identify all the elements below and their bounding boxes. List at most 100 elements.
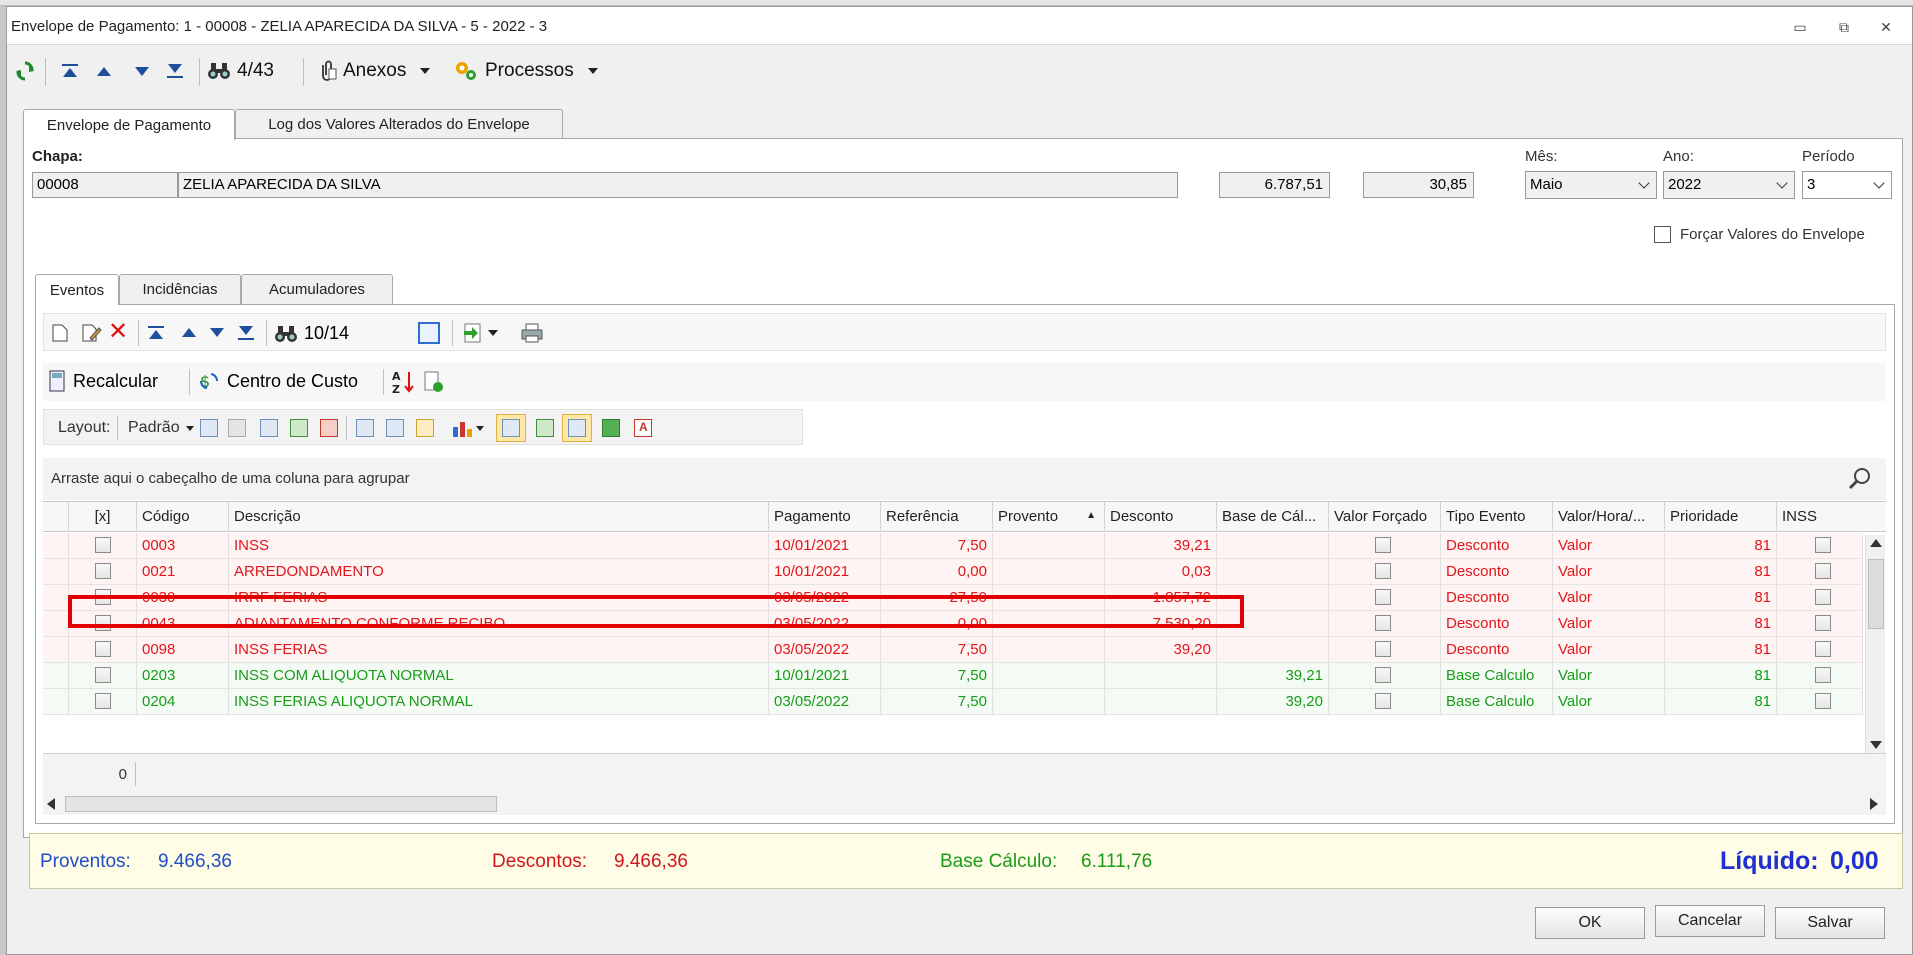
- valor-forcado-checkbox[interactable]: [1375, 615, 1391, 631]
- restore-icon[interactable]: ⧉: [1833, 17, 1855, 37]
- layout-import-icon[interactable]: [290, 419, 308, 437]
- row-indicator[interactable]: [43, 611, 69, 637]
- layout-columns-icon[interactable]: [356, 419, 374, 437]
- row-select-checkbox[interactable]: [95, 589, 111, 605]
- edit-button[interactable]: [82, 324, 102, 347]
- col-pagamento[interactable]: Pagamento: [769, 502, 881, 532]
- col-provento[interactable]: Provento ▲: [993, 502, 1105, 532]
- search-icon[interactable]: [1848, 467, 1872, 491]
- table-row[interactable]: 0098 INSS FERIAS 03/05/2022 7,50 39,20 Descon…: [43, 637, 1863, 663]
- salario-field[interactable]: 6.787,51: [1219, 172, 1330, 198]
- close-icon[interactable]: ✕: [1875, 17, 1897, 37]
- excel-icon[interactable]: [602, 419, 620, 437]
- calendar-icon[interactable]: [418, 322, 440, 344]
- scroll-left-icon[interactable]: [47, 798, 55, 810]
- mes-select[interactable]: Maio: [1525, 171, 1657, 199]
- layout-delete-icon[interactable]: [228, 419, 246, 437]
- nome-field[interactable]: ZELIA APARECIDA DA SILVA: [178, 172, 1178, 198]
- delete-icon[interactable]: ✕: [108, 320, 128, 344]
- scroll-right-icon[interactable]: [1870, 798, 1878, 810]
- col-prioridade[interactable]: Prioridade: [1665, 502, 1777, 532]
- tab-log-valores[interactable]: Log dos Valores Alterados do Envelope: [235, 109, 563, 139]
- inss-checkbox[interactable]: [1815, 589, 1831, 605]
- valor-hora-field[interactable]: 30,85: [1363, 172, 1474, 198]
- inss-checkbox[interactable]: [1815, 615, 1831, 631]
- prev-record-button[interactable]: [97, 56, 111, 86]
- col-codigo[interactable]: Código: [137, 502, 229, 532]
- recalcular-button[interactable]: Recalcular: [49, 370, 158, 392]
- col-tipo-evento[interactable]: Tipo Evento: [1441, 502, 1553, 532]
- print-button[interactable]: [520, 322, 544, 349]
- scroll-down-icon[interactable]: [1870, 741, 1882, 749]
- down-icon[interactable]: [210, 328, 224, 337]
- layout-grid-icon[interactable]: [260, 419, 278, 437]
- layout-sum-icon[interactable]: [386, 419, 404, 437]
- layout-filter-icon[interactable]: [416, 419, 434, 437]
- sort-az-button[interactable]: AZ: [391, 369, 417, 400]
- forcar-valores-checkbox[interactable]: [1654, 226, 1671, 243]
- valor-forcado-checkbox[interactable]: [1375, 563, 1391, 579]
- col-valor-forcado[interactable]: Valor Forçado: [1329, 502, 1441, 532]
- find-button[interactable]: 4/43: [207, 56, 274, 86]
- new-button[interactable]: [52, 324, 68, 347]
- col-valor-hora[interactable]: Valor/Hora/...: [1553, 502, 1665, 532]
- valor-forcado-checkbox[interactable]: [1375, 693, 1391, 709]
- row-indicator[interactable]: [43, 533, 69, 559]
- row-indicator[interactable]: [43, 689, 69, 715]
- processos-menu[interactable]: Processos: [453, 56, 598, 86]
- toggle-group-panel[interactable]: [496, 414, 526, 442]
- horizontal-scrollbar[interactable]: [43, 793, 1886, 815]
- valor-forcado-checkbox[interactable]: [1375, 537, 1391, 553]
- valor-forcado-checkbox[interactable]: [1375, 641, 1391, 657]
- last-icon[interactable]: [238, 326, 254, 340]
- centro-custo-button[interactable]: $ Centro de Custo: [197, 370, 358, 392]
- tab-acumuladores[interactable]: Acumuladores: [241, 274, 393, 304]
- group-by-panel[interactable]: Arraste aqui o cabeçalho de uma coluna p…: [43, 458, 1886, 500]
- ok-button[interactable]: OK: [1535, 907, 1645, 939]
- table-row[interactable]: 0003 INSS 10/01/2021 7,50 39,21 Desconto Valor…: [43, 533, 1863, 559]
- toggle-header-filter[interactable]: [562, 414, 592, 442]
- inss-checkbox[interactable]: [1815, 667, 1831, 683]
- export-button[interactable]: [423, 371, 445, 398]
- col-inss[interactable]: INSS: [1777, 502, 1863, 532]
- row-indicator[interactable]: [43, 637, 69, 663]
- table-row[interactable]: 0043 ADIANTAMENTO CONFORME RECIBO 03/05/20…: [43, 611, 1863, 637]
- table-row[interactable]: 0204 INSS FERIAS ALIQUOTA NORMAL 03/05/202…: [43, 689, 1863, 715]
- inss-checkbox[interactable]: [1815, 537, 1831, 553]
- refresh-button[interactable]: [15, 56, 35, 86]
- next-record-button[interactable]: [135, 56, 149, 86]
- cancel-button[interactable]: Cancelar: [1655, 905, 1765, 937]
- tab-incidencias[interactable]: Incidências: [119, 274, 241, 304]
- tab-envelope-pagamento[interactable]: Envelope de Pagamento: [23, 109, 235, 140]
- chart-button[interactable]: [452, 419, 484, 437]
- col-desconto[interactable]: Desconto: [1105, 502, 1217, 532]
- last-record-button[interactable]: [167, 56, 183, 86]
- up-icon[interactable]: [182, 328, 196, 337]
- first-record-button[interactable]: [62, 56, 78, 86]
- vertical-scroll-thumb[interactable]: [1868, 559, 1884, 629]
- ano-select[interactable]: 2022: [1663, 171, 1795, 199]
- inss-checkbox[interactable]: [1815, 693, 1831, 709]
- layout-export-icon[interactable]: [320, 419, 338, 437]
- row-indicator[interactable]: [43, 585, 69, 611]
- row-select-checkbox[interactable]: [95, 615, 111, 631]
- first-icon[interactable]: [148, 326, 164, 340]
- toggle-footer-icon[interactable]: [536, 419, 554, 437]
- valor-forcado-checkbox[interactable]: [1375, 667, 1391, 683]
- row-select-checkbox[interactable]: [95, 693, 111, 709]
- layout-save-icon[interactable]: [200, 419, 218, 437]
- periodo-select[interactable]: 3: [1802, 171, 1892, 199]
- table-row[interactable]: 0030 IRRF FERIAS 03/05/2022 27,50 1.857,72 De…: [43, 585, 1863, 611]
- tab-eventos[interactable]: Eventos: [35, 274, 119, 305]
- find-button[interactable]: 10/14: [274, 323, 349, 344]
- col-select-all[interactable]: [x]: [69, 502, 137, 532]
- table-row[interactable]: 0203 INSS COM ALIQUOTA NORMAL 10/01/2021 7,…: [43, 663, 1863, 689]
- padrao-dropdown[interactable]: Padrão: [128, 419, 194, 437]
- chapa-field[interactable]: 00008: [32, 172, 178, 198]
- table-row[interactable]: 0021 ARREDONDAMENTO 10/01/2021 0,00 0,03 Desc…: [43, 559, 1863, 585]
- minimize-icon[interactable]: ▭: [1789, 17, 1811, 37]
- horizontal-scroll-thumb[interactable]: [65, 796, 497, 812]
- font-icon[interactable]: A: [634, 419, 652, 437]
- row-select-checkbox[interactable]: [95, 667, 111, 683]
- import-button[interactable]: [462, 322, 498, 344]
